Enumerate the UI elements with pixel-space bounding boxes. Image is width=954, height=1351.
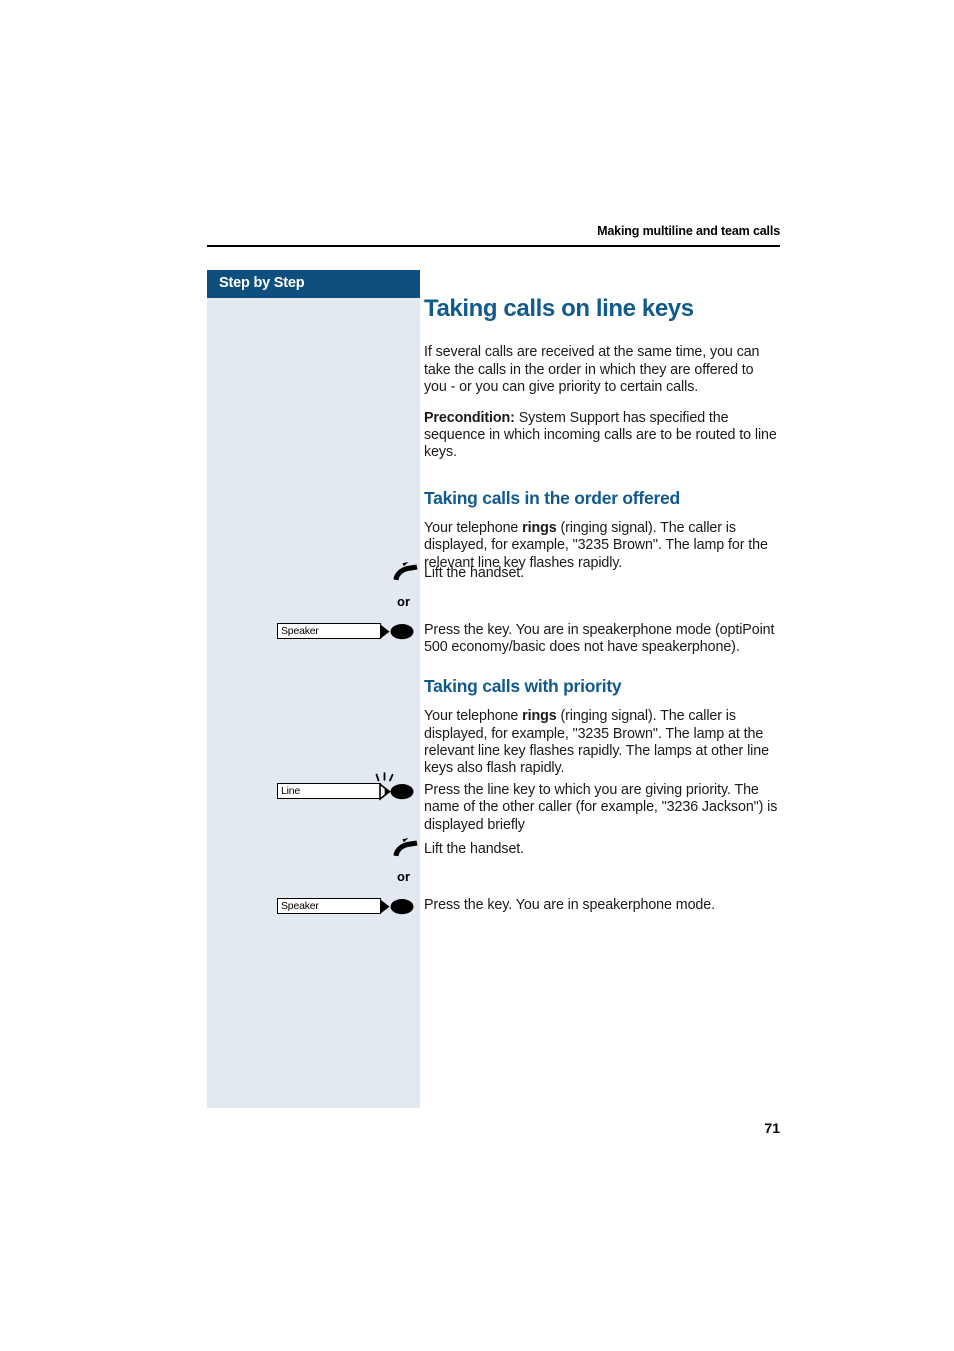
content-column: Taking calls on line keys If several cal…: [424, 295, 780, 585]
intro-paragraph: If several calls are received at the sam…: [424, 344, 760, 396]
section-paragraph-with-priority: Your telephone rings (ringing signal). T…: [424, 708, 780, 778]
line-key-icon[interactable]: Line: [277, 770, 417, 804]
section-heading-order-offered: Taking calls in the order offered: [424, 487, 680, 508]
speaker-key-icon[interactable]: Speaker: [277, 895, 417, 919]
handset-icon: [390, 560, 420, 582]
paragraph-lead: Your telephone: [424, 519, 523, 536]
step-text-line-key: Press the line key to which you are givi…: [424, 782, 778, 833]
precondition-paragraph: Precondition: System Support has specifi…: [424, 410, 780, 462]
step-text-lift-handset-2: Lift the handset.: [424, 841, 525, 857]
step-by-step-sidebar: [207, 270, 420, 1108]
speaker-key-icon[interactable]: Speaker: [277, 620, 417, 644]
or-separator-2: or: [397, 869, 410, 884]
step-text-speaker-2: Press the key. You are in speakerphone m…: [424, 897, 715, 913]
step-text-speaker-1: Press the key. You are in speakerphone m…: [424, 622, 775, 656]
page-title: Taking calls on line keys: [424, 295, 694, 322]
handset-icon: [390, 836, 420, 858]
running-head: Making multiline and team calls: [597, 224, 780, 238]
step-by-step-title-bar: Step by Step: [207, 270, 420, 298]
or-separator-1: or: [397, 594, 410, 609]
section-heading-with-priority: Taking calls with priority: [424, 676, 622, 696]
header-divider: [207, 245, 780, 247]
step-by-step-title: Step by Step: [219, 275, 305, 291]
paragraph-emphasis-2: rings: [522, 708, 557, 725]
paragraph-emphasis: rings: [522, 519, 557, 536]
content-column-priority: Taking calls with priority Your telephon…: [424, 676, 780, 791]
paragraph-lead-2: Your telephone: [424, 708, 523, 725]
step-text-lift-handset-1: Lift the handset.: [424, 565, 525, 581]
page-number: 71: [764, 1120, 780, 1136]
precondition-label: Precondition:: [424, 409, 515, 426]
